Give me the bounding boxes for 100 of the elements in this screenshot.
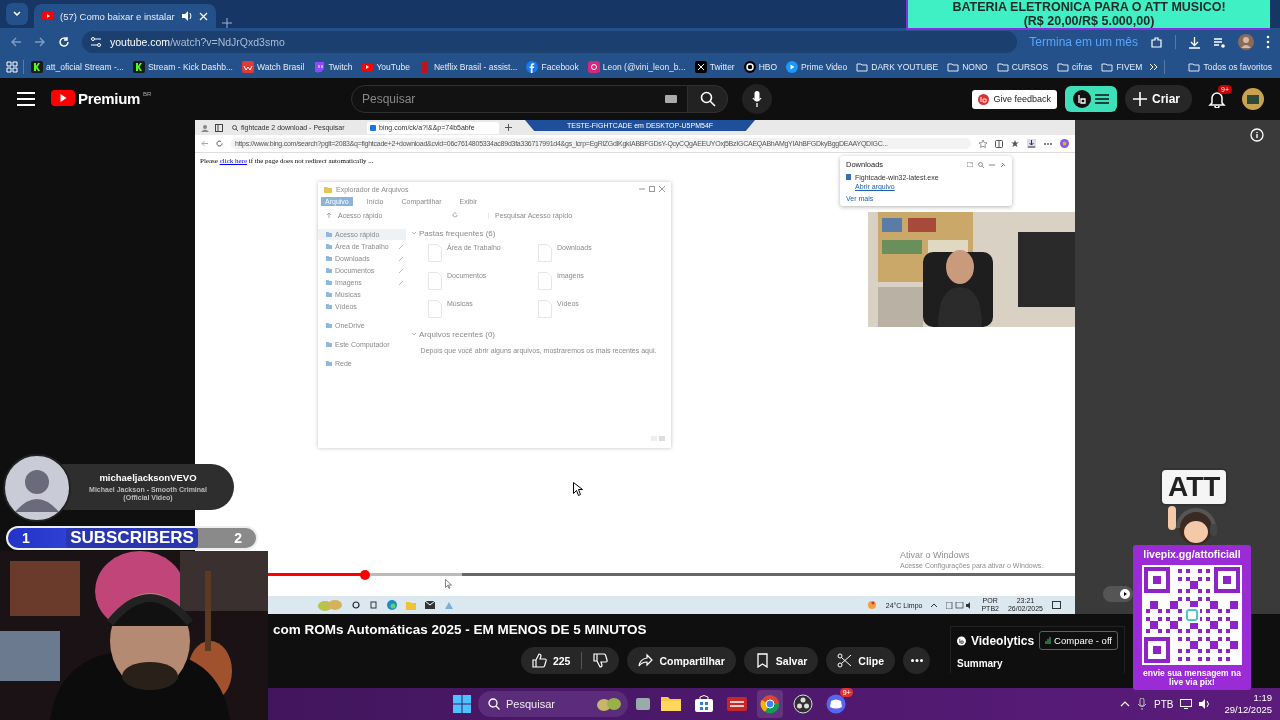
bookmark[interactable]: Twitch xyxy=(311,60,355,74)
tab-actions-icon[interactable] xyxy=(215,123,223,132)
more-bookmarks-icon[interactable] xyxy=(1149,62,1160,72)
voice-search-button[interactable] xyxy=(742,84,772,114)
volume-icon[interactable] xyxy=(1199,699,1212,709)
summary-tab[interactable]: Summary xyxy=(957,658,1118,669)
reload-icon[interactable] xyxy=(216,140,223,147)
save-button[interactable]: Salvar xyxy=(743,647,819,674)
bookmark[interactable]: FIVEM xyxy=(1099,60,1145,74)
clock-date[interactable]: 29/12/2025 xyxy=(1224,704,1272,716)
view-toggle-icon[interactable] xyxy=(651,436,665,441)
search-icon[interactable] xyxy=(978,161,984,168)
new-tab-icon[interactable] xyxy=(505,124,512,131)
store-bag-icon xyxy=(694,694,714,714)
search-field[interactable]: Pesquisar xyxy=(351,85,688,113)
bookmark[interactable]: Watch Brasil xyxy=(240,60,307,74)
maximize-icon[interactable] xyxy=(649,186,655,192)
bookmark[interactable]: CURSOS xyxy=(994,60,1051,74)
chevron-up-icon[interactable] xyxy=(931,603,938,607)
folder-icon xyxy=(326,361,332,366)
start-icon[interactable] xyxy=(453,695,471,713)
folder-icon xyxy=(326,232,332,237)
subscriber-goal: 2 xyxy=(234,530,242,546)
bell-icon[interactable] xyxy=(1208,90,1226,108)
bookmark[interactable]: Facebook xyxy=(524,60,581,74)
forward-icon[interactable] xyxy=(34,36,46,48)
task-view-icon[interactable] xyxy=(635,697,651,711)
bookmark[interactable]: Stream - Kick Dashb... xyxy=(130,60,235,74)
split-icon[interactable] xyxy=(995,139,1003,148)
edge-icon[interactable] xyxy=(387,600,397,610)
star-icon[interactable] xyxy=(979,139,987,148)
tray-icons[interactable] xyxy=(946,601,973,609)
menu-icon xyxy=(1095,94,1109,104)
avatar-icon[interactable] xyxy=(1242,88,1264,110)
bookmark[interactable]: NONO xyxy=(945,60,990,74)
info-icon[interactable] xyxy=(1250,128,1264,142)
feedback-button[interactable]: Give feedback xyxy=(972,89,1057,109)
bookmark[interactable]: Leon (@vini_leon_b... xyxy=(585,60,688,74)
user-icon[interactable] xyxy=(201,123,209,132)
autoplay-toggle[interactable] xyxy=(1103,586,1133,602)
bookmark[interactable]: DARK YOUTUBE xyxy=(854,60,941,74)
microphone-icon[interactable] xyxy=(1137,698,1147,710)
extension-menu-button[interactable] xyxy=(1065,86,1117,112)
new-tab-icon[interactable] xyxy=(222,18,232,28)
bookmark-icon xyxy=(526,61,539,73)
bookmark[interactable]: Prime Video xyxy=(784,60,850,74)
back-icon[interactable] xyxy=(10,36,22,48)
bookmark[interactable]: YouTube xyxy=(359,60,412,74)
share-icon xyxy=(638,653,654,668)
folder-icon xyxy=(947,61,960,73)
download-icon[interactable] xyxy=(1027,139,1036,148)
compare-button[interactable]: Compare - off xyxy=(1039,631,1118,650)
menu-icon[interactable] xyxy=(1266,35,1270,49)
bookmark[interactable]: Netflix Brasil - assist... xyxy=(416,60,520,74)
apps-icon[interactable] xyxy=(6,61,18,73)
bookmark-icon xyxy=(242,61,254,73)
bookmark-icon xyxy=(313,61,326,73)
bookmark[interactable]: att_oficial Stream -... xyxy=(29,60,126,74)
browser-tab[interactable]: (57) Como baixar e instalar xyxy=(34,4,216,28)
more-actions-button[interactable] xyxy=(903,647,930,674)
bookmark[interactable]: Todos os favoritos xyxy=(1186,60,1274,74)
playlist-icon[interactable] xyxy=(1213,35,1226,49)
bookmark[interactable]: HBO xyxy=(741,60,780,74)
extensions-icon[interactable] xyxy=(1150,35,1163,49)
folder-icon xyxy=(1188,61,1201,73)
cortana-icon[interactable] xyxy=(352,601,360,609)
notifications-icon[interactable] xyxy=(1052,600,1061,610)
menu-icon[interactable] xyxy=(17,92,35,106)
clock-time[interactable]: 1:19 xyxy=(1253,692,1272,704)
keyboard-icon xyxy=(665,95,677,103)
url-text: youtube.com/watch?v=NdJrQxd3smo xyxy=(110,36,285,48)
document-icon xyxy=(538,272,552,290)
record-icon xyxy=(793,694,813,714)
mail-icon[interactable] xyxy=(425,601,435,609)
activation-title: Ativar o Windows xyxy=(900,550,971,560)
bookmark-icon xyxy=(132,61,145,73)
share-button[interactable]: Compartilhar xyxy=(627,647,736,674)
youtube-premium-logo[interactable]: Premium $^{BR}$ xyxy=(51,89,351,109)
taskbar-app[interactable] xyxy=(757,690,783,718)
bookmark[interactable]: Twitter xyxy=(692,60,737,74)
weather-icon xyxy=(866,600,877,610)
keyboard-language[interactable]: PTB xyxy=(1154,698,1174,710)
progress-handle[interactable] xyxy=(359,569,370,580)
pin-icon[interactable] xyxy=(1000,161,1006,168)
task-view-icon[interactable] xyxy=(369,601,378,609)
search-field[interactable]: Pesquisar xyxy=(478,691,628,717)
browser-icon xyxy=(760,694,780,714)
mixer-app-icon xyxy=(727,694,747,714)
clip-button[interactable]: Clipe xyxy=(826,647,895,674)
like-button[interactable]: 225 xyxy=(520,647,582,674)
create-button[interactable]: Criar xyxy=(1125,85,1192,113)
profile-avatar-icon[interactable] xyxy=(1238,34,1254,50)
favorites-icon[interactable] xyxy=(1011,139,1019,148)
copilot-icon[interactable] xyxy=(1060,139,1069,148)
bookmark-icon xyxy=(694,61,707,73)
bookmark[interactable]: cifras xyxy=(1055,60,1095,74)
address-bar[interactable]: youtube.com/watch?v=NdJrQxd3smo xyxy=(82,31,1018,53)
network-icon[interactable] xyxy=(1180,699,1193,709)
search-button[interactable] xyxy=(688,85,728,113)
tab-list-button[interactable] xyxy=(6,3,28,25)
